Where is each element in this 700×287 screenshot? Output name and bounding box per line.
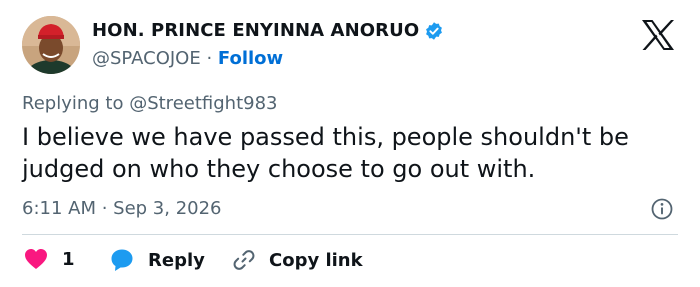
- author-handle[interactable]: @SPACOJOE: [92, 48, 201, 69]
- reply-label: Reply: [148, 249, 205, 271]
- follow-button[interactable]: Follow: [218, 48, 283, 69]
- author-handle-row: @SPACOJOE · Follow: [92, 48, 283, 69]
- like-button[interactable]: 1: [24, 248, 75, 270]
- info-icon[interactable]: [651, 198, 673, 220]
- divider: [22, 234, 678, 235]
- speech-bubble-icon: [111, 249, 133, 271]
- reply-button[interactable]: Reply: [110, 248, 205, 272]
- tweet-card: HON. PRINCE ENYINNA ANORUO @SPACOJOE · F…: [0, 0, 700, 287]
- avatar-image: [22, 16, 80, 74]
- author-name[interactable]: HON. PRINCE ENYINNA ANORUO: [92, 20, 419, 41]
- heart-icon: [25, 249, 47, 269]
- tweet-text: I believe we have passed this, people sh…: [22, 123, 629, 183]
- link-icon: [233, 250, 255, 270]
- like-count: 1: [62, 248, 75, 270]
- copy-link-button[interactable]: Copy link: [232, 248, 363, 272]
- tweet-timestamp[interactable]: 6:11 AM · Sep 3, 2026: [22, 198, 222, 219]
- replying-to[interactable]: Replying to @Streetfight983: [22, 93, 277, 114]
- handle-separator: ·: [206, 48, 218, 69]
- verified-badge-icon: [426, 21, 443, 40]
- avatar[interactable]: [22, 16, 80, 74]
- copy-link-label: Copy link: [269, 249, 363, 271]
- x-logo-icon[interactable]: [640, 19, 676, 51]
- author-name-row: HON. PRINCE ENYINNA ANORUO: [92, 20, 444, 41]
